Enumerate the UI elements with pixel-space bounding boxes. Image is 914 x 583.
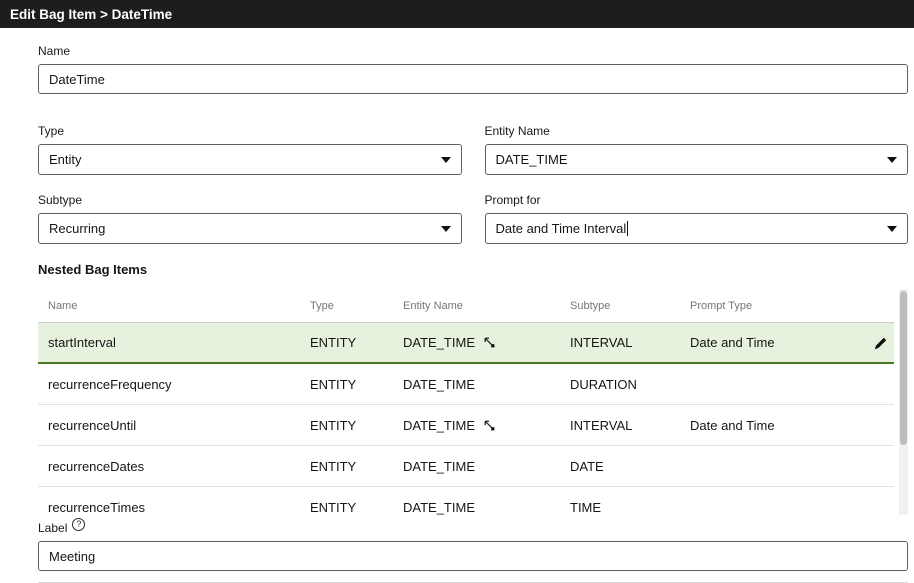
- cell-subtype: DURATION: [570, 377, 690, 392]
- cell-subtype: DATE: [570, 459, 690, 474]
- edit-bag-item-form: Name Type Entity Entity Name DATE_TIME S…: [0, 28, 914, 583]
- cell-entity-name: DATE_TIME: [403, 459, 570, 474]
- subtype-select-value: Recurring: [49, 221, 105, 236]
- prompt-for-label: Prompt for: [485, 193, 909, 207]
- column-header: Entity Name: [403, 300, 570, 312]
- subtype-select[interactable]: Recurring: [38, 213, 462, 244]
- chevron-down-icon: [887, 157, 897, 163]
- cell-type: ENTITY: [310, 459, 403, 474]
- help-icon[interactable]: ?: [72, 518, 85, 531]
- scrollbar-track[interactable]: [899, 289, 908, 515]
- cell-name: recurrenceDates: [48, 459, 310, 474]
- cell-entity-name: DATE_TIME: [403, 500, 570, 515]
- cell-subtype: INTERVAL: [570, 335, 690, 350]
- header-bar: Edit Bag Item > DateTime: [0, 0, 914, 28]
- subtype-label: Subtype: [38, 193, 462, 207]
- table-row[interactable]: recurrenceTimesENTITYDATE_TIMETIME: [38, 487, 894, 515]
- cell-prompt-type: Date and Time: [690, 418, 850, 433]
- label-label: Label: [38, 521, 67, 535]
- cell-name: startInterval: [48, 335, 310, 350]
- cell-entity-name: DATE_TIME: [403, 335, 570, 350]
- cell-type: ENTITY: [310, 377, 403, 392]
- type-select[interactable]: Entity: [38, 144, 462, 175]
- table-row[interactable]: recurrenceDatesENTITYDATE_TIMEDATE: [38, 446, 894, 487]
- cell-type: ENTITY: [310, 500, 403, 515]
- type-select-value: Entity: [49, 152, 82, 167]
- cell-name: recurrenceFrequency: [48, 377, 310, 392]
- cell-prompt-type: Date and Time: [690, 335, 850, 350]
- nested-bag-items-table: NameTypeEntity NameSubtypePrompt Type st…: [38, 289, 908, 515]
- entity-name-select[interactable]: DATE_TIME: [485, 144, 909, 175]
- cell-type: ENTITY: [310, 335, 403, 350]
- column-header: Type: [310, 300, 403, 312]
- entity-name-select-value: DATE_TIME: [496, 152, 568, 167]
- cell-type: ENTITY: [310, 418, 403, 433]
- cell-entity-name: DATE_TIME: [403, 377, 570, 392]
- cell-subtype: TIME: [570, 500, 690, 515]
- table-row[interactable]: startIntervalENTITYDATE_TIMEINTERVALDate…: [38, 323, 894, 364]
- edit-icon[interactable]: [872, 334, 890, 352]
- cell-name: recurrenceUntil: [48, 418, 310, 433]
- entity-name-label: Entity Name: [485, 124, 909, 138]
- prompt-for-select[interactable]: Date and Time Interval: [485, 213, 909, 244]
- label-input[interactable]: [38, 541, 908, 571]
- entity-flow-icon: [484, 420, 495, 431]
- table-row[interactable]: recurrenceFrequencyENTITYDATE_TIMEDURATI…: [38, 364, 894, 405]
- cell-subtype: INTERVAL: [570, 418, 690, 433]
- column-header: Name: [48, 300, 310, 312]
- scrollbar-thumb[interactable]: [900, 291, 907, 445]
- cell-entity-name: DATE_TIME: [403, 418, 570, 433]
- chevron-down-icon: [441, 157, 451, 163]
- cell-name: recurrenceTimes: [48, 500, 310, 515]
- column-header: Prompt Type: [690, 300, 850, 312]
- table-header-row: NameTypeEntity NameSubtypePrompt Type: [38, 289, 894, 323]
- table-row[interactable]: recurrenceUntilENTITYDATE_TIMEINTERVALDa…: [38, 405, 894, 446]
- name-input[interactable]: [38, 64, 908, 94]
- cell-actions: [850, 334, 894, 352]
- table-body: startIntervalENTITYDATE_TIMEINTERVALDate…: [38, 323, 908, 515]
- chevron-down-icon: [441, 226, 451, 232]
- entity-flow-icon: [484, 337, 495, 348]
- chevron-down-icon: [887, 226, 897, 232]
- column-header: Subtype: [570, 300, 690, 312]
- nested-bag-items-title: Nested Bag Items: [38, 262, 908, 277]
- name-label: Name: [38, 44, 908, 58]
- text-cursor: [627, 221, 628, 236]
- page-title: Edit Bag Item > DateTime: [10, 7, 172, 22]
- prompt-for-select-value: Date and Time Interval: [496, 221, 627, 236]
- type-label: Type: [38, 124, 462, 138]
